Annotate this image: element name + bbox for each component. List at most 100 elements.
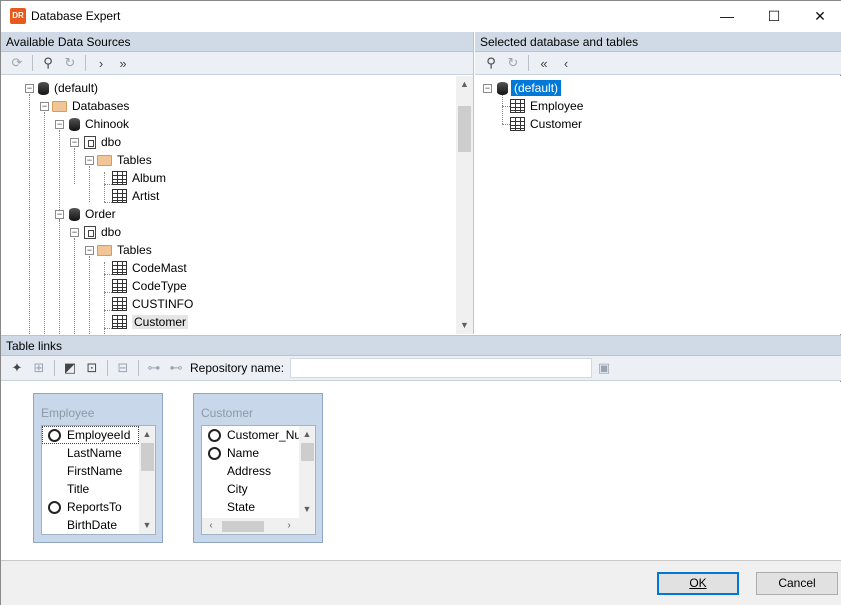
scroll-down-arrow-icon[interactable]: ▼ xyxy=(299,501,315,518)
table-field-list[interactable]: EmployeeId LastName FirstName Title Repo… xyxy=(41,425,156,535)
field-label: Name xyxy=(227,446,260,460)
scrollbar-thumb[interactable] xyxy=(141,443,154,471)
selected-tree-node-customer[interactable]: Customer xyxy=(510,115,582,133)
tree-node-order-dbo[interactable]: dbo xyxy=(84,223,121,241)
repository-name-input[interactable] xyxy=(290,358,593,378)
app-icon: DR xyxy=(10,8,26,24)
selected-tree-node-employee[interactable]: Employee xyxy=(510,97,583,115)
index-legend-icon[interactable]: ⊟ xyxy=(113,359,133,377)
scroll-up-arrow-icon[interactable]: ▲ xyxy=(456,76,473,93)
tree-node-chinook[interactable]: Chinook xyxy=(69,115,129,133)
tree-node-table-album[interactable]: Album xyxy=(112,169,166,187)
database-icon xyxy=(38,81,49,95)
field-item[interactable]: EmployeeId xyxy=(42,426,139,444)
table-icon xyxy=(510,117,525,131)
field-list-scrollbar[interactable]: ▲ ▼ xyxy=(299,426,315,518)
field-label: FirstName xyxy=(67,464,123,478)
expander-selected-root[interactable]: − xyxy=(483,84,492,93)
tree-node-chinook-dbo[interactable]: dbo xyxy=(84,133,121,151)
remove-all-icon[interactable]: « xyxy=(534,54,554,72)
tree-node-label: CodeMast xyxy=(132,261,187,275)
field-item[interactable]: Name xyxy=(202,444,259,462)
tree-node-label: dbo xyxy=(101,225,122,239)
toolbar-separator xyxy=(528,55,529,71)
add-all-icon[interactable]: » xyxy=(113,54,133,72)
table-field-list[interactable]: Customer_Nu Name Address City State ▲ ▼ … xyxy=(201,425,316,535)
tree-node-label: Databases xyxy=(72,99,130,113)
scrollbar-thumb[interactable] xyxy=(222,521,264,532)
selected-tree: − (default) Employee Customer xyxy=(475,76,841,334)
table-links-canvas: Employee EmployeeId LastName FirstName T… xyxy=(1,382,841,562)
expander-databases[interactable]: − xyxy=(40,102,49,111)
scroll-down-arrow-icon[interactable]: ▼ xyxy=(139,517,155,534)
tree-node-table-custinfo[interactable]: CUSTINFO xyxy=(112,295,193,313)
scrollbar-thumb[interactable] xyxy=(458,106,471,152)
save-icon[interactable]: ▣ xyxy=(594,359,614,377)
auto-link-icon[interactable]: ✦ xyxy=(7,359,27,377)
expander-chinook-tables[interactable]: − xyxy=(85,156,94,165)
scroll-up-arrow-icon[interactable]: ▲ xyxy=(299,426,315,443)
key-icon xyxy=(48,500,61,514)
refresh-icon[interactable]: ⟳ xyxy=(7,54,27,72)
expander-root[interactable]: − xyxy=(25,84,34,93)
tree-node-table-codetype[interactable]: CodeType xyxy=(112,277,187,295)
clear-links-icon[interactable]: ⊶ xyxy=(144,359,164,377)
tree-node-databases[interactable]: Databases xyxy=(52,97,129,115)
tree-node-chinook-tables[interactable]: Tables xyxy=(97,151,152,169)
delete-link-icon[interactable]: ⊷ xyxy=(166,359,186,377)
find-next-icon[interactable]: ↻ xyxy=(503,54,523,72)
dialog-footer: OK Cancel xyxy=(1,560,841,605)
field-item[interactable]: Customer_Nu xyxy=(202,426,299,444)
database-icon xyxy=(69,207,80,221)
tree-node-table-customer[interactable]: Customer xyxy=(112,313,189,331)
field-list-scrollbar[interactable]: ▲ ▼ xyxy=(139,426,155,534)
order-links-icon[interactable]: ⊡ xyxy=(82,359,102,377)
expander-chinook[interactable]: − xyxy=(55,120,64,129)
find-icon[interactable]: ⚲ xyxy=(481,54,501,72)
tree-node-table-codemast[interactable]: CodeMast xyxy=(112,259,187,277)
ok-button[interactable]: OK xyxy=(657,572,739,595)
available-tree-scrollbar[interactable]: ▲ ▼ xyxy=(456,76,473,334)
selected-pane-header: Selected database and tables xyxy=(475,32,841,52)
close-button[interactable]: ✕ xyxy=(797,1,841,31)
field-label: BirthDate xyxy=(67,518,118,532)
tree-node-label: Employee xyxy=(530,99,584,113)
tree-node-order[interactable]: Order xyxy=(69,205,116,223)
find-icon[interactable]: ⚲ xyxy=(38,54,58,72)
ok-button-label: OK xyxy=(689,576,707,590)
scroll-left-arrow-icon[interactable]: ‹ xyxy=(204,518,218,534)
scroll-up-arrow-icon[interactable]: ▲ xyxy=(139,426,155,443)
expander-order-dbo[interactable]: − xyxy=(70,228,79,237)
maximize-button[interactable]: ☐ xyxy=(751,1,797,31)
expander-chinook-dbo[interactable]: − xyxy=(70,138,79,147)
link-options-icon[interactable]: ⊞ xyxy=(29,359,49,377)
cancel-button-label: Cancel xyxy=(778,576,816,590)
tree-node-label: Artist xyxy=(132,189,160,203)
add-icon[interactable]: › xyxy=(91,54,111,72)
tree-node-label: CodeType xyxy=(132,279,187,293)
field-item[interactable]: ReportsTo xyxy=(42,498,122,516)
field-list-hscrollbar[interactable]: ‹ › xyxy=(202,518,315,534)
table-box-customer[interactable]: Customer Customer_Nu Name Address City S… xyxy=(193,393,323,543)
cancel-button[interactable]: Cancel xyxy=(756,572,838,595)
maximize-icon: ☐ xyxy=(767,7,781,24)
expander-order[interactable]: − xyxy=(55,210,64,219)
tree-node-order-tables[interactable]: Tables xyxy=(97,241,152,259)
table-icon xyxy=(112,279,127,293)
minimize-button[interactable]: — xyxy=(704,1,750,31)
scroll-down-arrow-icon[interactable]: ▼ xyxy=(456,317,473,334)
remove-icon[interactable]: ‹ xyxy=(556,54,576,72)
tree-node-table-artist[interactable]: Artist xyxy=(112,187,159,205)
field-label: ReportsTo xyxy=(67,500,122,514)
scroll-right-arrow-icon[interactable]: › xyxy=(282,518,296,534)
arrange-icon[interactable]: ◩ xyxy=(60,359,80,377)
expander-order-tables[interactable]: − xyxy=(85,246,94,255)
selected-tree-node-root[interactable]: (default) xyxy=(497,79,562,97)
tree-node-label: CUSTINFO xyxy=(132,297,194,311)
tree-node-root[interactable]: (default) xyxy=(38,79,98,97)
find-next-icon[interactable]: ↻ xyxy=(60,54,80,72)
scrollbar-thumb[interactable] xyxy=(301,443,314,461)
repository-name-label: Repository name: xyxy=(190,361,285,375)
table-box-employee[interactable]: Employee EmployeeId LastName FirstName T… xyxy=(33,393,163,543)
available-toolbar: ⟳ ⚲ ↻ › » xyxy=(1,52,473,75)
